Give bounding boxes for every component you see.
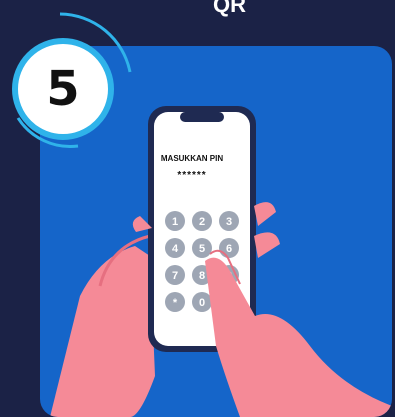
- keypad-key-label: *: [173, 297, 178, 309]
- keypad-key-5[interactable]: 5: [192, 238, 212, 258]
- keypad-key-*[interactable]: *: [165, 292, 185, 312]
- keypad-key-6[interactable]: 6: [219, 238, 239, 258]
- keypad-key-4[interactable]: 4: [165, 238, 185, 258]
- keypad-key-2[interactable]: 2: [192, 211, 212, 231]
- page-title: QR: [213, 0, 246, 17]
- phone-notch: [180, 112, 224, 122]
- keypad-key-label: 6: [226, 243, 232, 255]
- keypad-key-label: 7: [172, 270, 178, 282]
- keypad-key-0[interactable]: 0: [192, 292, 212, 312]
- keypad-key-3[interactable]: 3: [219, 211, 239, 231]
- keypad-key-label: 2: [199, 216, 205, 228]
- right-hand: [205, 257, 392, 417]
- keypad-key-label: 4: [172, 243, 179, 255]
- keypad-key-label: 5: [199, 243, 205, 255]
- keypad-key-label: 3: [226, 216, 232, 228]
- finger-right-upper: [254, 202, 276, 226]
- keypad-key-label: 8: [199, 270, 205, 282]
- keypad-key-label: 1: [172, 216, 178, 228]
- left-hand: [50, 246, 155, 417]
- keypad-key-1[interactable]: 1: [165, 211, 185, 231]
- keypad-key-7[interactable]: 7: [165, 265, 185, 285]
- pin-mask: ******: [177, 170, 207, 181]
- keypad-key-label: 0: [199, 297, 205, 309]
- badge-arc-decoration: [16, 12, 132, 148]
- pin-prompt: MASUKKAN PIN: [160, 154, 224, 163]
